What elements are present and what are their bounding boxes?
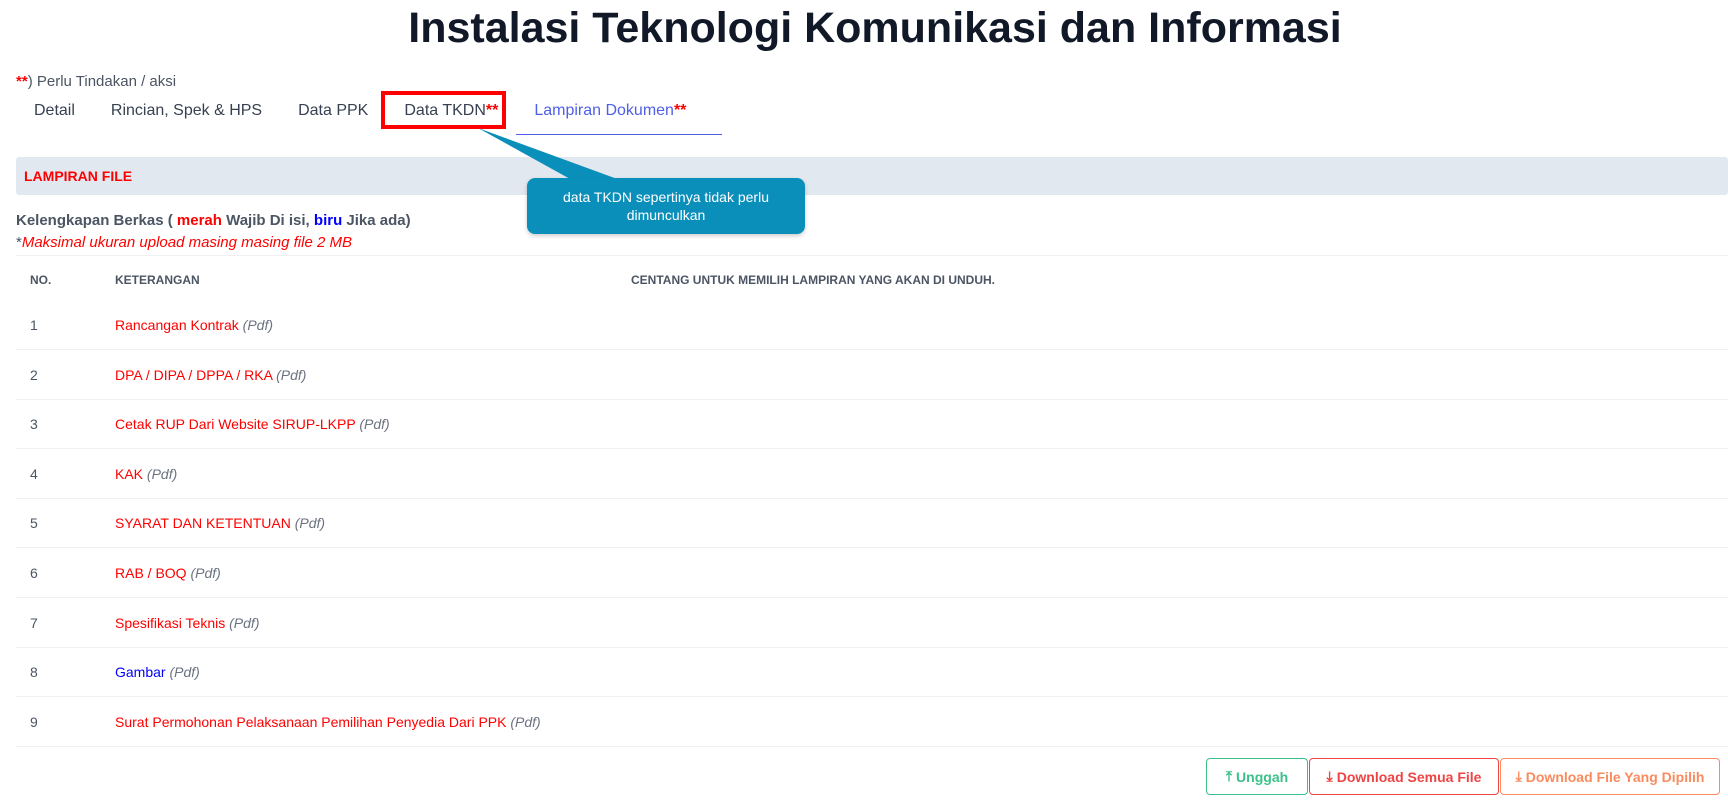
table-row: 9 Surat Permohonan Pelaksanaan Pemilihan … <box>16 697 1728 747</box>
row-number: 4 <box>30 465 38 482</box>
row-number: 1 <box>30 317 38 333</box>
max-size-note: *Maksimal ukuran upload masing masing fi… <box>16 234 352 251</box>
row-label: DPA / DIPA / DPPA / RKA (Pdf) <box>115 366 307 383</box>
kelengkapan-legend: Kelengkapan Berkas ( merah Wajib Di isi,… <box>16 212 411 229</box>
upload-icon: ⤒ <box>1225 768 1233 784</box>
row-label: SYARAT DAN KETENTUAN (Pdf) <box>115 515 326 532</box>
table-row: 4 KAK (Pdf) <box>16 449 1728 499</box>
table-row: 1 Rancangan Kontrak (Pdf) <box>16 300 1728 350</box>
table-row: 6 RAB / BOQ (Pdf) <box>16 548 1728 598</box>
download-icon: ⤓ <box>1515 768 1522 784</box>
download-selected-button[interactable]: ⤓ Download File Yang Dipilih <box>1500 758 1720 795</box>
download-all-button[interactable]: ⤓ Download Semua File <box>1309 758 1499 795</box>
upload-button[interactable]: ⤒ Unggah <box>1206 758 1308 795</box>
table-row: 8 Gambar (Pdf) <box>16 647 1728 698</box>
row-label: Cetak RUP Dari Website SIRUP-LKPP (Pdf) <box>115 416 390 433</box>
table-row: 5 SYARAT DAN KETENTUAN (Pdf) <box>16 498 1728 549</box>
row-number: 5 <box>30 515 38 532</box>
row-label: Rancangan Kontrak (Pdf) <box>115 317 273 333</box>
row-number: 8 <box>30 664 38 681</box>
annotation-tooltip: data TKDN sepertinya tidak perlu dimuncu… <box>527 178 805 234</box>
row-number: 3 <box>30 416 38 433</box>
row-number: 9 <box>30 713 38 730</box>
row-number: 7 <box>30 614 38 631</box>
tooltip-pointer <box>478 128 620 190</box>
row-label: KAK (Pdf) <box>115 465 178 482</box>
row-number: 6 <box>30 565 38 581</box>
row-label: RAB / BOQ (Pdf) <box>115 565 221 581</box>
table-header: NO. KETERANGAN CENTANG UNTUK MEMILIH LAM… <box>16 255 1728 300</box>
table-row: 7 Spesifikasi Teknis (Pdf) <box>16 598 1728 648</box>
row-label: Spesifikasi Teknis (Pdf) <box>115 614 260 631</box>
row-number: 2 <box>30 366 38 383</box>
table-row: 3 Cetak RUP Dari Website SIRUP-LKPP (Pdf) <box>16 399 1728 450</box>
row-label: Gambar (Pdf) <box>115 664 200 681</box>
table-row: 2 DPA / DIPA / DPPA / RKA (Pdf) <box>16 350 1728 400</box>
row-label: Surat Permohonan Pelaksanaan Pemilihan P… <box>115 713 541 730</box>
download-icon: ⤓ <box>1326 768 1333 784</box>
